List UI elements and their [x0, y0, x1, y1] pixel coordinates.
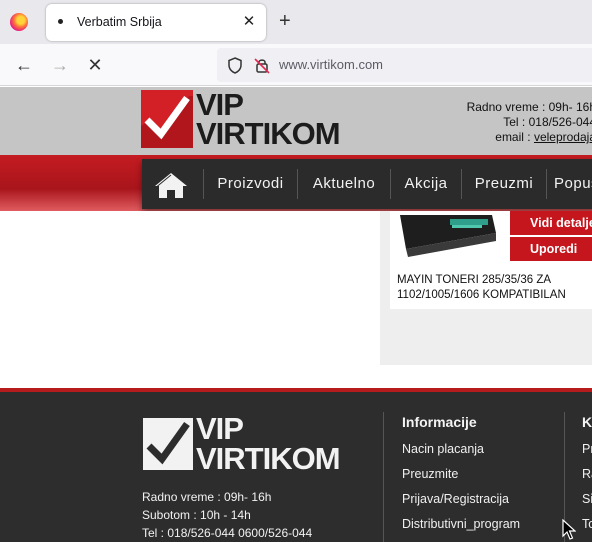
footer-saturday: Subotom : 10h - 14h: [142, 508, 251, 522]
mouse-cursor-icon: [562, 519, 576, 540]
footer-col3-link[interactable]: Ra: [582, 465, 592, 490]
home-icon[interactable]: [153, 171, 189, 199]
stop-button[interactable]: ✕: [83, 53, 107, 77]
back-button[interactable]: ←: [12, 53, 36, 77]
view-details-button[interactable]: Vidi detalje: [510, 211, 592, 235]
logo-check-mark: [141, 90, 193, 148]
firefox-icon[interactable]: [10, 13, 28, 31]
menu-item-akcija[interactable]: Akcija: [391, 159, 461, 209]
site-logo[interactable]: VIP VIRTIKOM: [141, 87, 356, 151]
forward-button[interactable]: →: [48, 53, 72, 77]
site-footer: VIP VIRTIKOM Radno vreme : 09h- 16h Subo…: [0, 392, 592, 542]
logo-text: VIP VIRTIKOM: [196, 87, 341, 151]
close-tab-icon[interactable]: ✕: [240, 13, 258, 31]
header-hours: Radno vreme : 09h- 16h: [466, 100, 592, 114]
footer-info-heading: Informacije: [402, 414, 477, 430]
web-page: VIP VIRTIKOM Radno vreme : 09h- 16h Tel …: [0, 87, 592, 542]
footer-info-column: Informacije Nacin placanja Preuzmite Pri…: [402, 414, 520, 540]
footer-logo[interactable]: VIP VIRTIKOM: [143, 411, 353, 476]
product-name[interactable]: MAYIN TONERI 285/35/36 ZA 1102/1005/1606…: [397, 273, 587, 303]
main-menu: Proizvodi Aktuelno Akcija Preuzmi Popust…: [142, 159, 592, 209]
lock-warning-icon[interactable]: [254, 57, 270, 74]
toner-product-image[interactable]: [392, 211, 500, 265]
browser-tab-bar: Verbatim Srbija ✕ +: [0, 0, 592, 44]
new-tab-button[interactable]: +: [279, 10, 291, 32]
footer-column-3: K Pr Ra Si To: [582, 414, 592, 540]
content-left: [0, 211, 380, 387]
footer-contact: Radno vreme : 09h- 16h Subotom : 10h - 1…: [142, 488, 312, 542]
footer-col3-heading: K: [582, 414, 592, 430]
footer-col3-link[interactable]: Si: [582, 490, 592, 515]
footer-phone: Tel : 018/526-044 0600/526-044: [142, 526, 313, 540]
email-link[interactable]: veleprodaja: [534, 130, 592, 144]
footer-col3-link[interactable]: Pr: [582, 440, 592, 465]
footer-logo-text: VIP VIRTIKOM: [196, 411, 341, 476]
header-email: email : veleprodaja: [467, 130, 592, 145]
loading-dot-icon: [58, 19, 63, 24]
footer-link-preuzmite[interactable]: Preuzmite: [402, 465, 520, 490]
browser-nav-bar: ← → ✕ www.virtikom.com: [0, 44, 592, 86]
footer-link-distributivni[interactable]: Distributivni_program: [402, 515, 520, 540]
url-text[interactable]: www.virtikom.com: [279, 57, 383, 72]
tab-title: Verbatim Srbija: [77, 15, 162, 29]
footer-logo-check-mark: [143, 418, 193, 470]
site-header: VIP VIRTIKOM Radno vreme : 09h- 16h Tel …: [0, 87, 592, 157]
menu-item-proizvodi[interactable]: Proizvodi: [204, 159, 297, 209]
footer-link-nacin-placanja[interactable]: Nacin placanja: [402, 440, 520, 465]
menu-item-popusti[interactable]: Popusti: [554, 159, 592, 209]
compare-button[interactable]: Uporedi: [510, 237, 592, 261]
shield-icon[interactable]: [227, 57, 243, 74]
footer-col3-link[interactable]: To: [582, 515, 592, 540]
header-contact: Radno vreme : 09h- 16h Tel : 018/526-044…: [467, 100, 592, 145]
header-phone: Tel : 018/526-044: [503, 115, 592, 129]
footer-link-prijava[interactable]: Prijava/Registracija: [402, 490, 520, 515]
footer-divider: [383, 412, 384, 542]
footer-hours: Radno vreme : 09h- 16h: [142, 490, 272, 504]
menu-divider: [546, 169, 547, 199]
menu-item-aktuelno[interactable]: Aktuelno: [298, 159, 390, 209]
browser-tab[interactable]: Verbatim Srbija ✕: [46, 4, 266, 41]
menu-item-preuzmi[interactable]: Preuzmi: [462, 159, 546, 209]
url-bar[interactable]: www.virtikom.com: [217, 48, 592, 82]
